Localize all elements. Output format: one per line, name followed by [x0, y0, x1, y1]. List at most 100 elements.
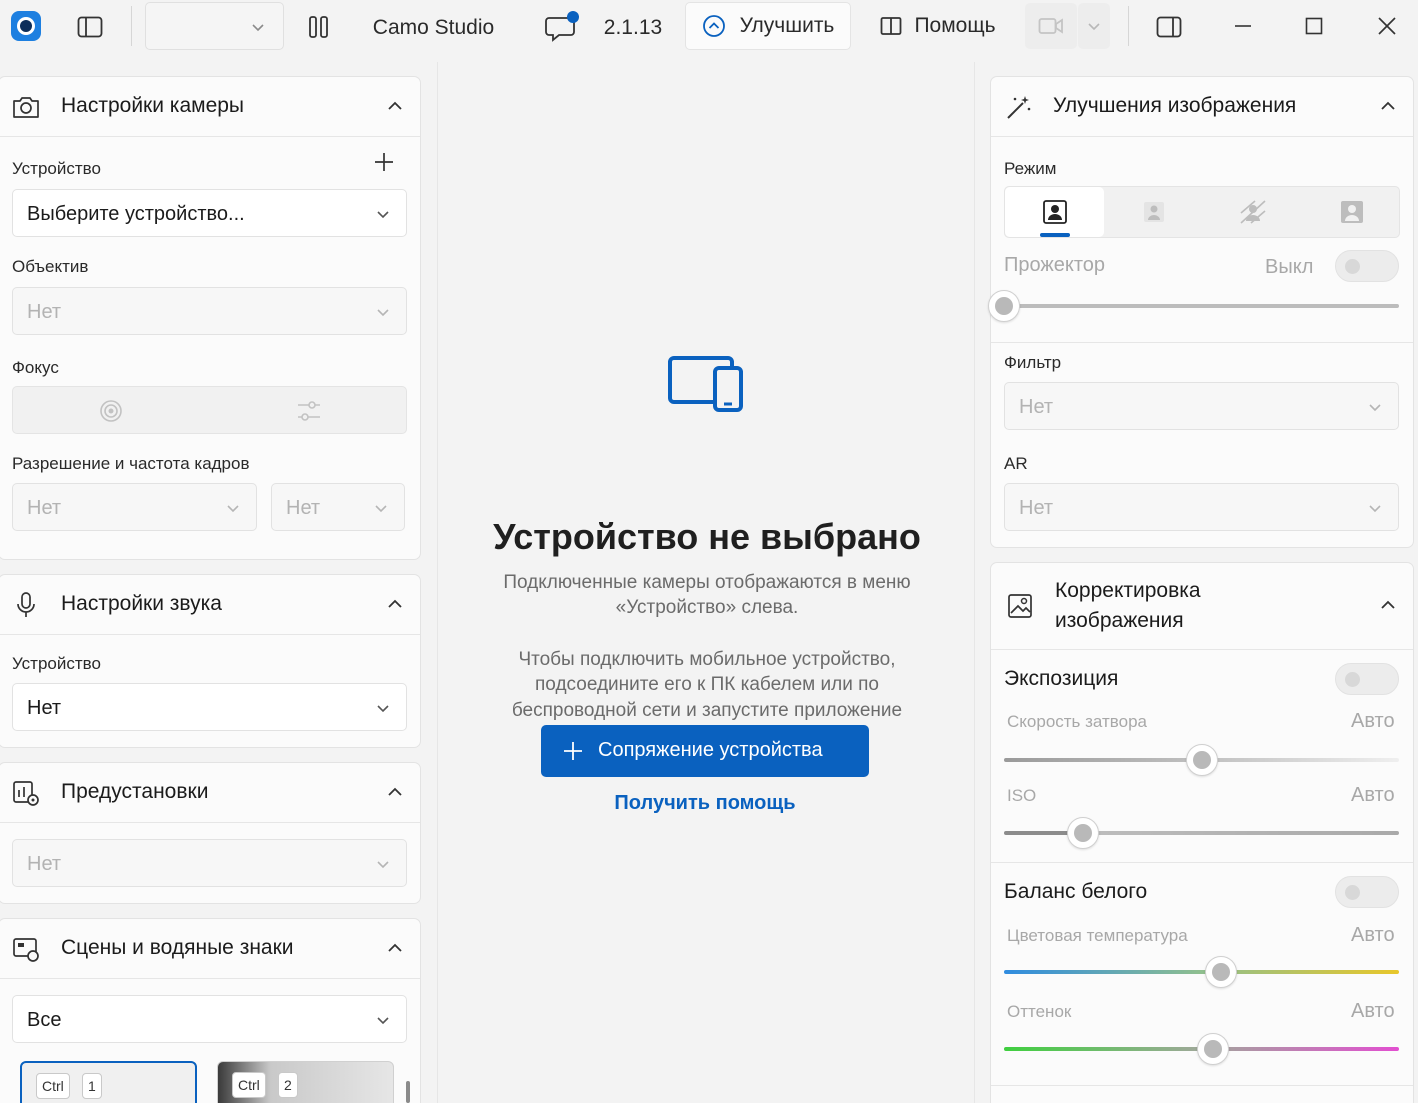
help-button[interactable]: Помощь [868, 2, 1008, 50]
scene-card[interactable]: Ctrl 2 [217, 1061, 394, 1103]
white-balance-toggle[interactable] [1335, 876, 1399, 908]
feedback-button[interactable] [543, 8, 581, 44]
color-temperature-value: Авто [1351, 924, 1395, 946]
audio-settings-header[interactable]: Настройки звука [0, 575, 420, 635]
scene-card[interactable]: Ctrl 1 [20, 1061, 197, 1103]
title-bar: Camo Studio 2.1.13 Улучшить Помощь [0, 0, 1418, 56]
scenes-header[interactable]: Сцены и водяные знаки [0, 919, 420, 979]
source-select[interactable] [145, 2, 284, 50]
right-panel-toggle-button[interactable] [1152, 12, 1186, 42]
audio-device-value: Нет [27, 697, 62, 719]
resolution-value: Нет [27, 497, 62, 519]
add-device-icon[interactable] [373, 151, 395, 173]
chat-notification-icon [545, 11, 579, 42]
chevron-down-icon [227, 505, 239, 513]
audio-device-label: Устройство [12, 654, 101, 673]
iso-slider-track[interactable] [1004, 831, 1399, 835]
sidebar-toggle-button[interactable] [72, 12, 108, 42]
chevron-down-icon [377, 861, 389, 869]
scenes-scrollbar[interactable] [406, 1081, 410, 1103]
book-icon [881, 17, 902, 35]
maximize-button[interactable] [1291, 8, 1337, 44]
pause-button[interactable] [304, 12, 334, 42]
color-temperature-slider-track[interactable] [1004, 970, 1399, 974]
mode-background-remove[interactable] [1302, 187, 1401, 237]
device-label: Устройство [12, 159, 101, 178]
resolution-label: Разрешение и частота кадров [12, 454, 250, 473]
presets-select[interactable]: Нет [12, 839, 407, 887]
mode-portrait[interactable] [1005, 187, 1104, 237]
mode-active-indicator [1040, 233, 1070, 237]
camera-output-button[interactable] [1025, 3, 1077, 49]
image-correction-header[interactable]: Корректировка изображения [991, 563, 1413, 650]
mode-segmented-control [1004, 186, 1400, 238]
manual-focus-icon[interactable] [296, 399, 322, 423]
image-adjust-icon [1008, 594, 1032, 618]
chevron-down-icon [1088, 23, 1100, 31]
iso-label: ISO [1007, 786, 1037, 805]
scenes-title: Сцены и водяные знаки [61, 936, 294, 959]
upgrade-button[interactable]: Улучшить [685, 2, 851, 50]
audio-settings-title: Настройки звука [61, 592, 222, 615]
chevron-down-icon [377, 309, 389, 317]
camera-icon [13, 97, 39, 118]
camera-device-select[interactable]: Выберите устройство... [12, 189, 407, 237]
spotlight-slider-thumb[interactable] [988, 290, 1020, 322]
camera-settings-title: Настройки камеры [61, 94, 245, 117]
camera-settings-header[interactable]: Настройки камеры [0, 77, 420, 137]
chevron-up-icon[interactable] [384, 937, 406, 959]
devices-icon [668, 356, 743, 412]
presets-panel: Предустановки Нет [0, 762, 421, 904]
iso-slider-thumb[interactable] [1067, 817, 1099, 849]
lens-select[interactable]: Нет [12, 287, 407, 335]
presets-header[interactable]: Предустановки [0, 763, 420, 823]
mode-blur[interactable] [1104, 187, 1203, 237]
chevron-up-icon[interactable] [1377, 594, 1399, 616]
minimize-button[interactable] [1220, 8, 1266, 44]
help-label: Помощь [914, 14, 996, 37]
microphone-icon [17, 592, 35, 617]
iso-value: Авто [1351, 784, 1395, 806]
portrait-icon [1042, 200, 1067, 224]
chevron-up-icon[interactable] [1377, 95, 1399, 117]
camera-output-dropdown[interactable] [1078, 3, 1110, 49]
upgrade-icon [702, 15, 725, 37]
spotlight-label: Прожектор [1004, 254, 1106, 276]
shutter-label: Скорость затвора [1007, 712, 1148, 731]
get-help-link[interactable]: Получить помощь [541, 792, 869, 815]
filter-label: Фильтр [1004, 353, 1062, 372]
chevron-down-icon [252, 24, 264, 32]
pair-device-button[interactable]: Сопряжение устройства [541, 725, 869, 777]
tint-value: Авто [1351, 1000, 1395, 1022]
exposure-toggle[interactable] [1335, 663, 1399, 695]
spotlight-toggle[interactable] [1335, 250, 1399, 282]
scenes-filter-select[interactable]: Все [12, 995, 407, 1043]
close-button[interactable] [1364, 8, 1410, 44]
color-temperature-slider-thumb[interactable] [1205, 956, 1238, 988]
audio-device-select[interactable]: Нет [12, 683, 407, 731]
shortcut-key-mod: Ctrl [232, 1072, 266, 1098]
auto-focus-icon[interactable] [99, 399, 123, 423]
chevron-up-icon[interactable] [384, 593, 406, 615]
image-enhancements-header[interactable]: Улучшения изображения [991, 77, 1413, 137]
mode-background-replace[interactable] [1203, 187, 1302, 237]
chevron-down-icon [377, 211, 389, 219]
resolution-select[interactable]: Нет [12, 483, 257, 531]
lens-label: Объектив [12, 257, 89, 276]
focus-label: Фокус [12, 358, 59, 377]
chevron-up-icon[interactable] [384, 95, 406, 117]
panel-right-icon [1156, 16, 1182, 38]
scenes-filter-value: Все [27, 1009, 62, 1031]
magic-wand-icon [1007, 96, 1031, 119]
chevron-down-icon [375, 505, 387, 513]
shutter-slider-thumb[interactable] [1185, 744, 1218, 776]
spotlight-slider-track[interactable] [1004, 304, 1399, 308]
chevron-up-icon[interactable] [384, 781, 406, 803]
connect-hint-line1: Чтобы подключить мобильное устройство, [518, 649, 896, 670]
ar-select[interactable]: Нет [1004, 483, 1399, 531]
tint-label: Оттенок [1007, 1002, 1072, 1021]
framerate-select[interactable]: Нет [271, 483, 405, 531]
chevron-down-icon [377, 1017, 389, 1025]
maximize-icon [1305, 17, 1323, 35]
filter-select[interactable]: Нет [1004, 382, 1399, 430]
